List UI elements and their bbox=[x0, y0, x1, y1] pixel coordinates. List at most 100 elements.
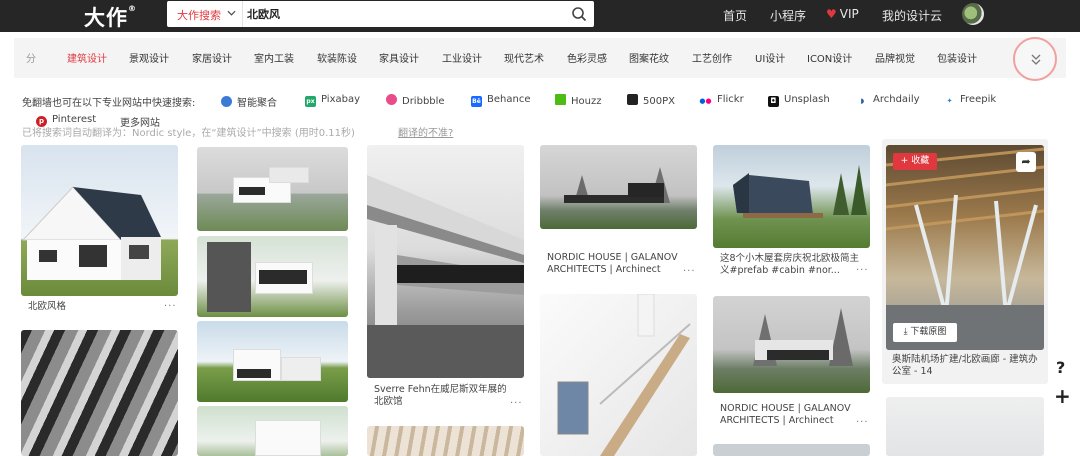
image-card[interactable] bbox=[713, 444, 870, 456]
quick-search-intro: 免翻墙也可在以下专业网站中快速搜索: bbox=[22, 98, 196, 109]
more-options-icon[interactable]: ··· bbox=[856, 265, 869, 276]
site-link-dribbble[interactable]: Dribbble bbox=[386, 94, 445, 107]
category-ui[interactable]: UI设计 bbox=[755, 50, 785, 65]
image-thumbnail[interactable] bbox=[197, 406, 348, 456]
category-architecture[interactable]: 建筑设计 bbox=[67, 50, 107, 65]
site-link-freepik[interactable]: ✦ Freepik bbox=[944, 94, 997, 107]
image-card[interactable] bbox=[197, 321, 348, 402]
image-caption: 这8个小木屋套房庆祝北欧极简主义#prefab #cabin #nor... bbox=[720, 253, 860, 276]
favorite-button[interactable]: + 收藏 bbox=[893, 153, 937, 170]
site-link-pixabay[interactable]: px Pixabay bbox=[305, 94, 360, 107]
image-thumbnail[interactable] bbox=[367, 145, 524, 378]
image-thumbnail[interactable] bbox=[713, 296, 870, 393]
image-card[interactable] bbox=[197, 147, 348, 231]
translation-note: 已将搜索词自动翻译为：Nordic style，在“建筑设计”中搜索 (用时0.… bbox=[22, 128, 355, 139]
help-button[interactable]: ? bbox=[1056, 358, 1065, 377]
category-industrial[interactable]: 工业设计 bbox=[442, 50, 482, 65]
archdaily-icon: ◗ bbox=[860, 97, 865, 105]
pixabay-icon: px bbox=[305, 96, 316, 107]
add-button[interactable]: + bbox=[1054, 384, 1071, 408]
search-icon[interactable] bbox=[571, 6, 587, 22]
image-card[interactable] bbox=[540, 294, 697, 456]
chevron-down-icon bbox=[227, 10, 236, 16]
more-options-icon[interactable]: ··· bbox=[683, 266, 696, 277]
image-thumbnail[interactable] bbox=[713, 444, 870, 456]
image-thumbnail[interactable] bbox=[197, 147, 348, 231]
category-packaging[interactable]: 包装设计 bbox=[937, 50, 977, 65]
500px-icon bbox=[627, 94, 638, 105]
cabin-illustration bbox=[733, 165, 867, 218]
image-thumbnail[interactable] bbox=[713, 145, 870, 248]
image-thumbnail[interactable] bbox=[197, 321, 348, 402]
site-link-unsplash[interactable]: ◘ Unsplash bbox=[768, 94, 830, 107]
house-illustration bbox=[21, 186, 161, 280]
search-type-label: 大作搜索 bbox=[177, 9, 221, 22]
more-options-icon[interactable]: ··· bbox=[510, 398, 523, 409]
site-link-archdaily[interactable]: ◗ Archdaily bbox=[857, 94, 920, 107]
image-card[interactable] bbox=[197, 236, 348, 317]
image-caption: NORDIC HOUSE | GALANOV ARCHITECTS | Arch… bbox=[720, 403, 851, 426]
image-thumbnail[interactable] bbox=[197, 236, 348, 317]
nav-home[interactable]: 首页 bbox=[723, 7, 747, 24]
image-thumbnail[interactable] bbox=[21, 330, 178, 456]
image-card[interactable]: 北欧风格 ··· bbox=[21, 145, 178, 315]
double-chevron-down-icon bbox=[1031, 54, 1041, 65]
image-thumbnail[interactable] bbox=[21, 145, 178, 296]
site-link-flickr[interactable]: ●● Flickr bbox=[699, 94, 743, 107]
image-thumbnail[interactable] bbox=[886, 397, 1044, 456]
staircase-illustration bbox=[557, 294, 691, 456]
image-card[interactable]: NORDIC HOUSE | GALANOV ARCHITECTS | Arch… bbox=[540, 145, 697, 280]
image-thumbnail[interactable] bbox=[367, 426, 524, 456]
heart-icon: ♥ bbox=[826, 7, 837, 21]
download-original-button[interactable]: ⤓ 下载原图 bbox=[893, 323, 957, 342]
behance-icon: Bē bbox=[471, 96, 482, 107]
search-bar: 大作搜索 bbox=[167, 1, 594, 27]
image-card[interactable] bbox=[886, 397, 1044, 456]
site-link-smart[interactable]: 智能聚合 bbox=[221, 94, 277, 109]
category-label: 分 bbox=[26, 54, 36, 65]
site-logo[interactable]: 大作® bbox=[84, 2, 137, 32]
image-thumbnail[interactable] bbox=[540, 145, 697, 229]
site-link-500px[interactable]: 500PX bbox=[627, 94, 675, 107]
flickr-icon: ●● bbox=[699, 97, 712, 105]
category-soft-decor[interactable]: 软装陈设 bbox=[317, 50, 357, 65]
site-link-behance[interactable]: Bē Behance bbox=[471, 94, 530, 107]
category-brand[interactable]: 品牌视觉 bbox=[875, 50, 915, 65]
unsplash-icon: ◘ bbox=[768, 96, 779, 107]
forest-house-illustration bbox=[564, 167, 670, 203]
category-home[interactable]: 家居设计 bbox=[192, 50, 232, 65]
more-options-icon[interactable]: ··· bbox=[856, 417, 869, 428]
category-icon[interactable]: ICON设计 bbox=[807, 50, 852, 65]
category-pattern[interactable]: 图案花纹 bbox=[629, 50, 669, 65]
image-card[interactable]: Sverre Fehn在威尼斯双年展的北欧馆 ··· bbox=[367, 145, 524, 410]
more-options-icon[interactable]: ··· bbox=[164, 301, 177, 312]
image-thumbnail[interactable]: + 收藏 ➦ ⤓ 下载原图 bbox=[886, 145, 1044, 350]
image-card[interactable] bbox=[197, 406, 348, 456]
share-icon[interactable]: ➦ bbox=[1016, 152, 1036, 172]
image-card[interactable] bbox=[367, 426, 524, 456]
image-thumbnail[interactable] bbox=[540, 294, 697, 456]
concrete-pavilion-illustration bbox=[367, 175, 524, 378]
site-link-houzz[interactable]: Houzz bbox=[555, 94, 601, 107]
dribbble-icon bbox=[386, 94, 397, 105]
image-card[interactable] bbox=[21, 330, 178, 456]
user-avatar[interactable] bbox=[962, 3, 984, 25]
image-card[interactable]: NORDIC HOUSE | GALANOV ARCHITECTS | Arch… bbox=[713, 296, 870, 428]
nav-my-design-cloud[interactable]: 我的设计云 bbox=[882, 7, 942, 24]
category-interior[interactable]: 室内工装 bbox=[254, 50, 294, 65]
nav-vip[interactable]: ♥ VIP bbox=[826, 7, 859, 21]
category-modern-art[interactable]: 现代艺术 bbox=[504, 50, 544, 65]
expand-categories-button[interactable] bbox=[1013, 37, 1057, 81]
category-craft[interactable]: 工艺创作 bbox=[692, 50, 732, 65]
category-landscape[interactable]: 景观设计 bbox=[129, 50, 169, 65]
search-type-dropdown[interactable]: 大作搜索 bbox=[167, 1, 243, 27]
category-furniture[interactable]: 家具设计 bbox=[379, 50, 419, 65]
category-color[interactable]: 色彩灵感 bbox=[567, 50, 607, 65]
translation-feedback-link[interactable]: 翻译的不准? bbox=[398, 124, 453, 139]
image-card[interactable]: 这8个小木屋套房庆祝北欧极简主义#prefab #cabin #nor... ·… bbox=[713, 145, 870, 278]
search-input[interactable] bbox=[247, 1, 557, 27]
nav-mini-program[interactable]: 小程序 bbox=[770, 7, 806, 24]
smart-aggregate-icon bbox=[221, 96, 232, 107]
category-bar: 分 建筑设计 景观设计 家居设计 室内工装 软装陈设 家具设计 工业设计 现代艺… bbox=[14, 38, 1066, 78]
image-card-hovered[interactable]: + 收藏 ➦ ⤓ 下载原图 奥斯陆机场扩建/北欧画廊 - 建筑办公室 - 14 bbox=[882, 139, 1048, 384]
